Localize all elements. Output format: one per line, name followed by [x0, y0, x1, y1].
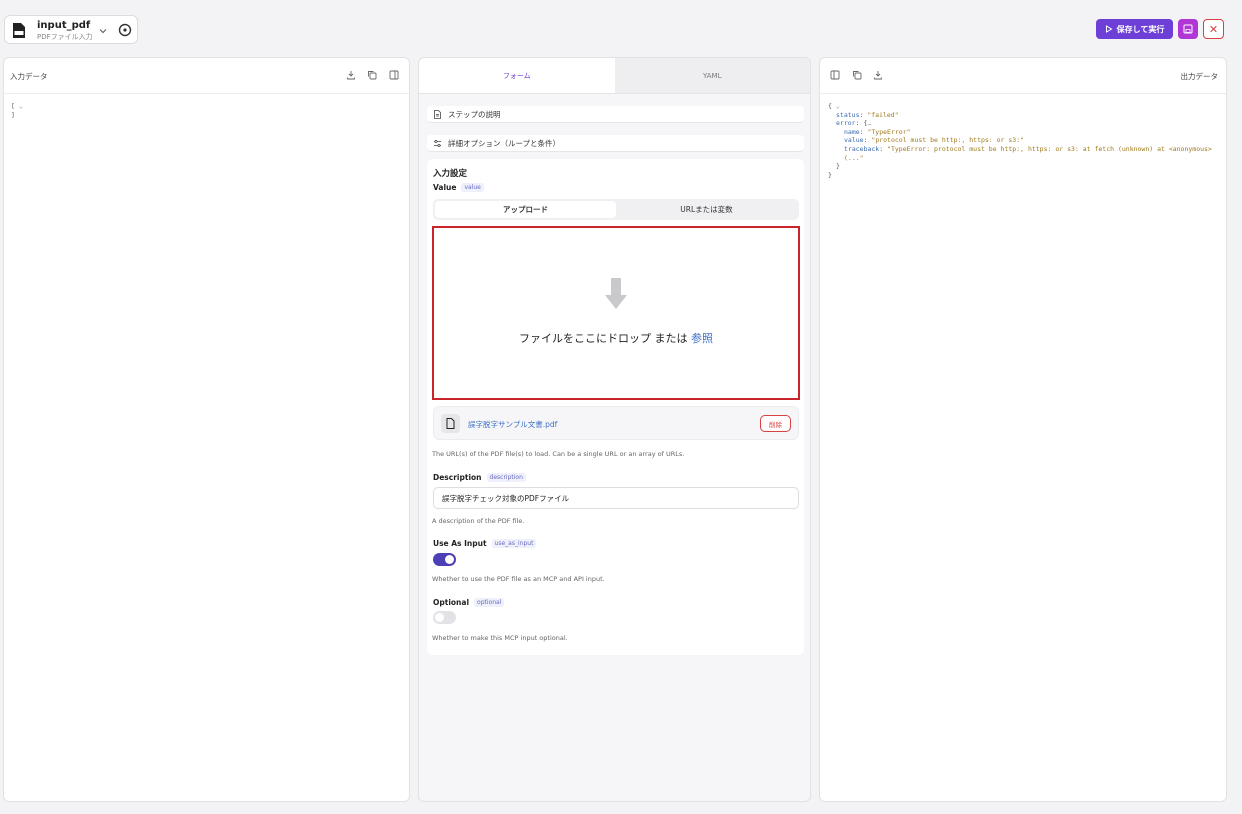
use-as-input-tag: use_as_input — [491, 539, 537, 548]
upload-tab[interactable]: アップロード — [435, 201, 616, 218]
json-bracket-open: [ — [11, 102, 15, 110]
step-description-label: ステップの説明 — [448, 109, 501, 119]
pdf-file-icon — [13, 23, 25, 38]
drop-instruction: ファイルをここにドロップ または — [519, 332, 691, 345]
file-icon — [441, 414, 460, 433]
json-bracket-close: ] — [11, 110, 15, 119]
optional-label: Optional — [433, 598, 470, 607]
json-value-traceback-cont: (..." — [844, 153, 864, 162]
node-subtitle: PDFファイル入力 — [37, 33, 93, 41]
advanced-options-label: 詳細オプション（ループと条件） — [448, 138, 561, 148]
input-data-panel: 入力データ [ ⌄ ] — [3, 57, 410, 802]
value-field-label: Value value — [433, 183, 484, 192]
json-key-traceback: traceback — [844, 144, 880, 153]
upload-mode-toggle: アップロード URLまたは変数 — [433, 199, 799, 220]
url-or-variable-tab[interactable]: URLまたは変数 — [616, 201, 797, 218]
optional-help: Whether to make this MCP input optional. — [432, 634, 568, 642]
use-as-input-help: Whether to use the PDF file as an MCP an… — [432, 575, 605, 583]
step-description-row[interactable]: ステップの説明 — [427, 106, 804, 123]
input-settings-card: 入力設定 Value value アップロード URLまたは変数 ファイルをここ… — [427, 159, 804, 655]
output-data-panel: 出力データ { ⌄ status: "failed" error: {… nam… — [819, 57, 1227, 802]
toggle-knob — [445, 555, 454, 564]
input-data-header: 入力データ — [4, 58, 409, 94]
value-help: The URL(s) of the PDF file(s) to load. C… — [432, 450, 685, 458]
collapse-chevron-icon[interactable]: ⌄ — [836, 102, 840, 110]
save-button[interactable] — [1178, 19, 1198, 39]
download-icon[interactable] — [346, 70, 356, 80]
copy-icon[interactable] — [367, 70, 377, 80]
panel-toggle-icon[interactable] — [830, 70, 840, 80]
floppy-icon — [1183, 24, 1193, 34]
input-data-title: 入力データ — [10, 72, 48, 81]
collapse-chevron-icon[interactable]: ⌄ — [19, 102, 23, 110]
delete-file-button[interactable]: 削除 — [760, 415, 791, 432]
panel-toggle-icon[interactable] — [389, 70, 399, 80]
play-icon — [1105, 25, 1113, 33]
uploaded-file-link[interactable]: 誤字脱字サンプル文書.pdf — [468, 419, 557, 430]
input-json-viewer[interactable]: [ ⌄ ] — [11, 102, 23, 119]
chevron-down-icon[interactable] — [97, 25, 109, 37]
toggle-knob — [435, 613, 444, 622]
step-config-panel: フォーム YAML ステップの説明 詳細オプション（ループと条件） 入力設定 V… — [418, 57, 811, 802]
dropzone-text: ファイルをここにドロップ または 参照 — [434, 330, 798, 346]
value-tag: value — [461, 183, 484, 192]
json-key-name: name — [844, 127, 860, 136]
download-icon[interactable] — [873, 70, 883, 80]
document-icon — [434, 109, 441, 119]
description-tag: description — [486, 473, 526, 482]
json-key-error: error — [836, 119, 856, 128]
input-settings-title: 入力設定 — [433, 169, 468, 179]
description-input[interactable]: 誤字脱字チェック対象のPDFファイル — [433, 487, 799, 509]
mode-tabs: フォーム YAML — [419, 58, 810, 94]
help-icon[interactable] — [118, 23, 132, 37]
sliders-icon — [434, 139, 441, 147]
save-and-run-label: 保存して実行 — [1116, 24, 1165, 34]
description-label: Description — [433, 473, 482, 482]
output-data-header: 出力データ — [820, 58, 1226, 94]
close-icon: ✕ — [1208, 22, 1219, 36]
output-data-title: 出力データ — [1180, 72, 1219, 81]
arrow-down-icon — [605, 278, 627, 309]
node-title: input_pdf — [37, 20, 91, 31]
use-as-input-toggle[interactable] — [433, 553, 456, 566]
value-label: Value — [433, 183, 457, 192]
copy-icon[interactable] — [852, 70, 862, 80]
json-key-status: status — [836, 110, 860, 119]
json-key-value: value — [844, 136, 864, 145]
optional-field-label: Optional optional — [433, 598, 505, 607]
node-selector[interactable]: input_pdf PDFファイル入力 — [4, 15, 138, 44]
uploaded-file-row: 誤字脱字サンプル文書.pdf 削除 — [433, 406, 799, 440]
use-as-input-label: Use As Input — [433, 539, 487, 548]
optional-tag: optional — [474, 598, 505, 607]
optional-toggle[interactable] — [433, 611, 456, 624]
json-value-status: "failed" — [867, 110, 899, 119]
json-value-value: "protocol must be http:, https: or s3:" — [871, 136, 1025, 145]
file-dropzone[interactable]: ファイルをここにドロップ または 参照 — [432, 226, 800, 400]
output-json-viewer[interactable]: { ⌄ status: "failed" error: {… name: "Ty… — [828, 102, 1212, 179]
save-and-run-button[interactable]: 保存して実行 — [1096, 19, 1173, 39]
tab-yaml[interactable]: YAML — [614, 58, 810, 94]
use-as-input-field-label: Use As Input use_as_input — [433, 539, 537, 548]
tab-form[interactable]: フォーム — [419, 58, 615, 94]
json-value-traceback: "TypeError: protocol must be http:, http… — [887, 144, 1212, 153]
description-help: A description of the PDF file. — [432, 517, 525, 525]
advanced-options-row[interactable]: 詳細オプション（ループと条件） — [427, 135, 804, 152]
top-bar: input_pdf PDFファイル入力 保存して実行 ✕ — [0, 0, 1242, 52]
close-button[interactable]: ✕ — [1203, 19, 1224, 39]
description-field-label: Description description — [433, 473, 526, 482]
json-value-name: "TypeError" — [867, 127, 911, 136]
browse-link[interactable]: 参照 — [691, 332, 713, 345]
